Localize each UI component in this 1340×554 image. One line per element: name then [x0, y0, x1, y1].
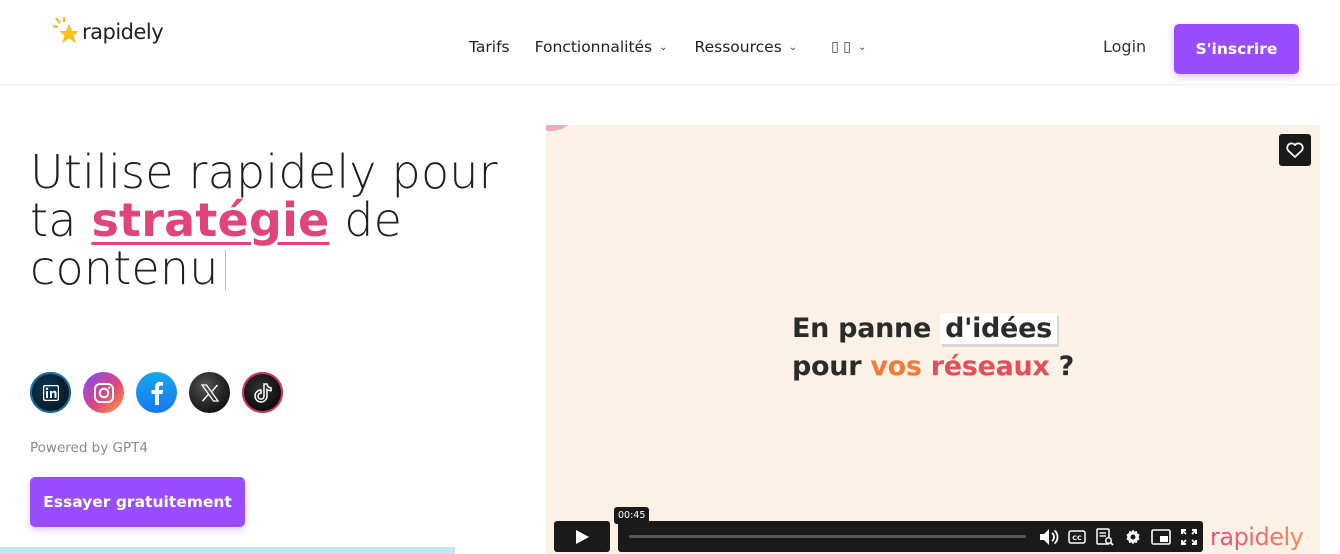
- play-button[interactable]: [554, 521, 610, 552]
- chevron-down-icon: ⌄: [659, 41, 668, 53]
- caption-idees: d'idées: [940, 313, 1057, 344]
- chevron-down-icon: ⌄: [788, 41, 798, 53]
- gear-icon[interactable]: [1119, 521, 1147, 552]
- decorative-blob: [546, 125, 576, 131]
- video-logo: rapidely: [1210, 523, 1304, 551]
- caption-vos: vos: [870, 351, 922, 382]
- caption-en-panne: En panne: [792, 313, 931, 344]
- try-free-button[interactable]: Essayer gratuitement: [30, 477, 245, 527]
- nav-item-fonctionnalites[interactable]: Fonctionnalités ⌄: [535, 38, 668, 56]
- volume-icon[interactable]: [1035, 521, 1063, 552]
- caption-question-mark: ?: [1058, 351, 1075, 382]
- main-nav: Tarifs Fonctionnalités ⌄ Ressources ⌄ ▯ …: [469, 38, 866, 56]
- facebook-icon[interactable]: [136, 372, 177, 413]
- nav-item-tarifs[interactable]: Tarifs: [469, 38, 510, 56]
- video-player[interactable]: En panne d'idées pour vos réseaux ? 00:4…: [546, 125, 1320, 554]
- linkedin-icon[interactable]: [30, 372, 71, 413]
- logo-text: rapidely: [82, 20, 164, 44]
- svg-text:CC: CC: [1072, 534, 1082, 542]
- logo[interactable]: rapidely: [52, 16, 164, 46]
- heart-icon[interactable]: [1279, 134, 1311, 166]
- typing-caret: [224, 250, 226, 290]
- powered-by-text: Powered by GPT4: [30, 440, 148, 456]
- x-icon[interactable]: [189, 372, 230, 413]
- time-tooltip: 00:45: [614, 507, 650, 524]
- login-link[interactable]: Login: [1103, 37, 1146, 56]
- language-glyph: ▯ ▯: [831, 39, 852, 55]
- play-icon: [576, 529, 589, 544]
- video-caption: En panne d'idées pour vos réseaux ?: [792, 310, 1074, 386]
- chevron-down-icon: ⌄: [858, 41, 867, 53]
- closed-captions-icon[interactable]: CC: [1063, 521, 1091, 552]
- picture-in-picture-icon[interactable]: [1147, 521, 1175, 552]
- nav-item-label: Fonctionnalités: [534, 38, 653, 56]
- nav-item-label: Ressources: [694, 38, 782, 56]
- nav-item-ressources[interactable]: Ressources ⌄: [695, 38, 798, 56]
- instagram-icon[interactable]: [83, 372, 124, 413]
- hero-title-highlight: stratégie: [91, 193, 330, 247]
- language-selector[interactable]: ▯ ▯ ⌄: [831, 39, 866, 55]
- section-divider: [0, 547, 455, 554]
- page: rapidely Tarifs Fonctionnalités ⌄ Ressou…: [0, 0, 1340, 554]
- social-icons: [30, 372, 295, 413]
- caption-pour: pour: [792, 351, 862, 382]
- hero-title-part3: de: [344, 193, 403, 247]
- tiktok-icon[interactable]: [242, 372, 283, 413]
- fullscreen-icon[interactable]: [1175, 521, 1203, 552]
- site-header: rapidely Tarifs Fonctionnalités ⌄ Ressou…: [0, 0, 1340, 85]
- star-logo-icon: [52, 16, 82, 46]
- hero-title-part4: contenu: [30, 241, 219, 295]
- hero-title: Utilise rapidely pour ta stratégie de co…: [30, 148, 530, 292]
- video-controls: CC: [1035, 521, 1203, 552]
- progress-track[interactable]: [629, 535, 1026, 538]
- signup-button[interactable]: S'inscrire: [1174, 24, 1299, 74]
- transcript-icon[interactable]: [1091, 521, 1119, 552]
- caption-reseaux: réseaux: [930, 351, 1050, 382]
- hero-title-part1: Utilise rapidely pour: [30, 145, 498, 199]
- nav-item-label: Tarifs: [469, 38, 510, 56]
- hero-title-part2: ta: [30, 193, 77, 247]
